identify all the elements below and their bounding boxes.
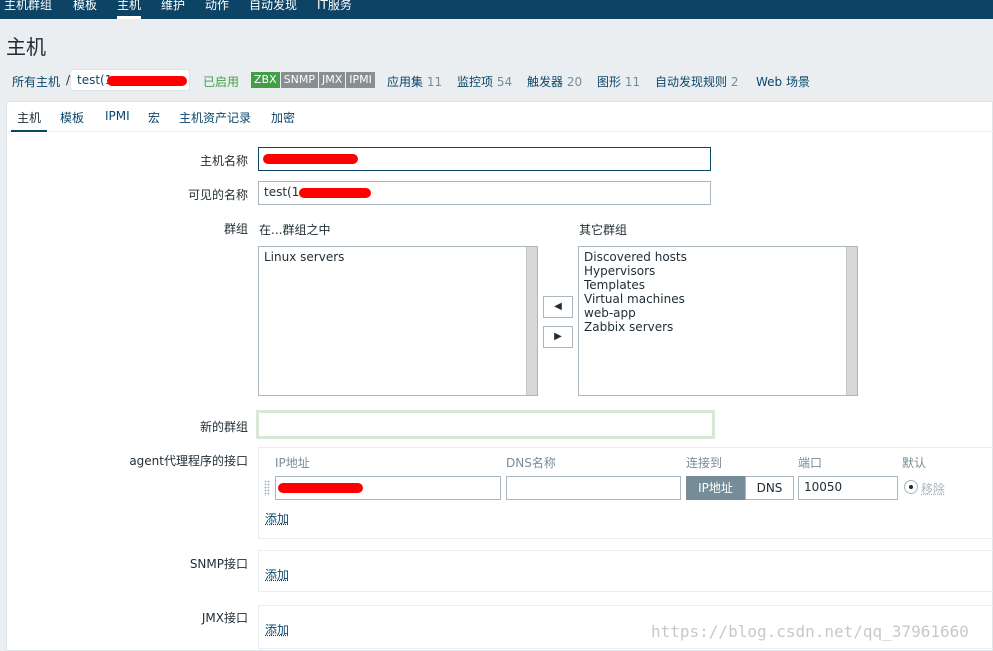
form-tabs: 主机 模板 IPMI 宏 主机资产记录 加密 <box>7 102 993 132</box>
badge-zbx: ZBX <box>251 72 280 88</box>
badge-jmx: JMX <box>318 72 346 88</box>
nav-discovery[interactable]: 自动发现 <box>249 0 297 19</box>
list-item[interactable]: Virtual machines <box>584 292 852 306</box>
list-item[interactable]: Discovered hosts <box>584 250 852 264</box>
link-graphs[interactable]: 图形 11 <box>597 73 640 90</box>
link-graphs-count: 11 <box>624 75 641 89</box>
connect-ip-toggle[interactable]: IP地址 <box>686 476 745 500</box>
col-port-header: 端口 <box>798 456 823 470</box>
tab-macros[interactable]: 宏 <box>148 109 160 126</box>
link-discovery-rules-count: 2 <box>730 75 739 89</box>
link-items-count: 54 <box>496 75 513 89</box>
list-item[interactable]: Hypervisors <box>584 264 852 278</box>
nav-maintenance[interactable]: 维护 <box>161 0 185 19</box>
watermark: https://blog.csdn.net/qq_37961660 <box>651 622 969 641</box>
add-jmx-interface-link[interactable]: 添加 <box>265 621 289 638</box>
tab-inventory[interactable]: 主机资产记录 <box>179 109 251 126</box>
new-group-input[interactable] <box>256 410 715 439</box>
redaction-mark <box>107 76 187 86</box>
new-group-label: 新的群组 <box>199 420 248 434</box>
status-enabled[interactable]: 已启用 <box>203 73 239 90</box>
nav-host-groups[interactable]: 主机群组 <box>4 0 52 19</box>
breadcrumb-host[interactable]: test(1 <box>70 69 190 91</box>
visible-name-value: test(1 <box>264 185 300 199</box>
arrow-right-icon: ▶ <box>554 331 562 342</box>
hostname-label: 主机名称 <box>199 154 248 168</box>
tab-host[interactable]: 主机 <box>10 109 48 132</box>
badge-ipmi: IPMI <box>346 72 375 88</box>
agent-ip-input[interactable] <box>275 476 501 500</box>
move-right-button[interactable]: ▶ <box>543 326 573 348</box>
badge-snmp: SNMP <box>280 72 318 88</box>
scrollbar[interactable] <box>526 247 537 395</box>
page-title: 主机 <box>6 35 46 59</box>
redaction-mark <box>299 188 371 198</box>
link-applications-count: 11 <box>426 75 443 89</box>
link-items[interactable]: 监控项 54 <box>457 73 512 90</box>
list-item[interactable]: web-app <box>584 306 852 320</box>
link-triggers-count: 20 <box>566 75 583 89</box>
link-applications[interactable]: 应用集 11 <box>387 73 442 90</box>
tab-templates[interactable]: 模板 <box>60 109 84 126</box>
jmx-interfaces-label: JMX接口 <box>201 611 248 625</box>
list-item[interactable]: Templates <box>584 278 852 292</box>
tab-ipmi[interactable]: IPMI <box>105 109 130 123</box>
snmp-interfaces-label: SNMP接口 <box>189 557 248 571</box>
list-item[interactable]: Linux servers <box>264 250 532 264</box>
link-web-scenarios-label: Web 场景 <box>756 75 810 89</box>
top-nav: 主机群组 模板 主机 维护 动作 自动发现 IT服务 <box>0 0 993 19</box>
agent-interfaces-label: agent代理程序的接口 <box>129 454 248 468</box>
visible-name-label: 可见的名称 <box>187 188 248 202</box>
agent-port-value: 10050 <box>804 480 843 494</box>
link-triggers[interactable]: 触发器 20 <box>527 73 582 90</box>
add-agent-interface-link[interactable]: 添加 <box>265 510 289 527</box>
add-snmp-interface-link[interactable]: 添加 <box>265 566 289 583</box>
connect-dns-toggle[interactable]: DNS <box>745 476 794 500</box>
link-triggers-label: 触发器 <box>527 75 564 89</box>
redaction-mark <box>278 483 363 493</box>
col-ip-header: IP地址 <box>275 456 310 470</box>
link-items-label: 监控项 <box>457 75 494 89</box>
groups-label: 群组 <box>223 222 248 236</box>
arrow-left-icon: ◀ <box>554 301 562 312</box>
hostname-input[interactable] <box>258 147 711 171</box>
default-radio[interactable] <box>904 480 918 494</box>
nav-it-services[interactable]: IT服务 <box>317 0 352 19</box>
link-web-scenarios[interactable]: Web 场景 <box>756 73 810 90</box>
host-navigation: 所有主机 / test(1 已启用 ZBX SNMP JMX IPMI 应用集 … <box>0 65 993 97</box>
other-groups-listbox[interactable]: Discovered hosts Hypervisors Templates V… <box>578 246 858 396</box>
nav-hosts[interactable]: 主机 <box>117 0 142 19</box>
tab-encryption[interactable]: 加密 <box>271 109 295 126</box>
agent-interfaces-section: IP地址 DNS名称 连接到 端口 默认 IP地址 DNS 10050 移除 添… <box>258 447 993 539</box>
other-groups-label: 其它群组 <box>579 223 628 237</box>
agent-port-input[interactable]: 10050 <box>798 476 898 500</box>
in-groups-listbox[interactable]: Linux servers <box>258 246 538 396</box>
link-applications-label: 应用集 <box>387 75 424 89</box>
remove-interface-link[interactable]: 移除 <box>921 480 945 497</box>
col-default-header: 默认 <box>902 456 927 470</box>
availability-badges: ZBX SNMP JMX IPMI <box>251 72 376 88</box>
col-dns-header: DNS名称 <box>506 456 556 470</box>
link-discovery-rules-label: 自动发现规则 <box>655 75 728 89</box>
list-item[interactable]: Zabbix servers <box>584 320 852 334</box>
host-form-card: 主机 模板 IPMI 宏 主机资产记录 加密 主机名称 可见的名称 test(1… <box>6 101 993 651</box>
redaction-mark <box>263 154 358 164</box>
scrollbar[interactable] <box>846 247 857 395</box>
visible-name-input[interactable]: test(1 <box>258 181 711 205</box>
link-graphs-label: 图形 <box>597 75 622 89</box>
nav-actions[interactable]: 动作 <box>205 0 229 19</box>
drag-handle-icon[interactable] <box>264 480 270 496</box>
link-discovery-rules[interactable]: 自动发现规则 2 <box>655 73 738 90</box>
breadcrumb-all-hosts[interactable]: 所有主机 <box>12 73 60 90</box>
move-left-button[interactable]: ◀ <box>543 296 573 318</box>
snmp-interfaces-section: 添加 <box>258 550 993 592</box>
nav-templates[interactable]: 模板 <box>73 0 97 19</box>
agent-dns-input[interactable] <box>506 476 681 500</box>
col-connect-header: 连接到 <box>686 456 723 470</box>
in-groups-label: 在...群组之中 <box>259 223 331 237</box>
